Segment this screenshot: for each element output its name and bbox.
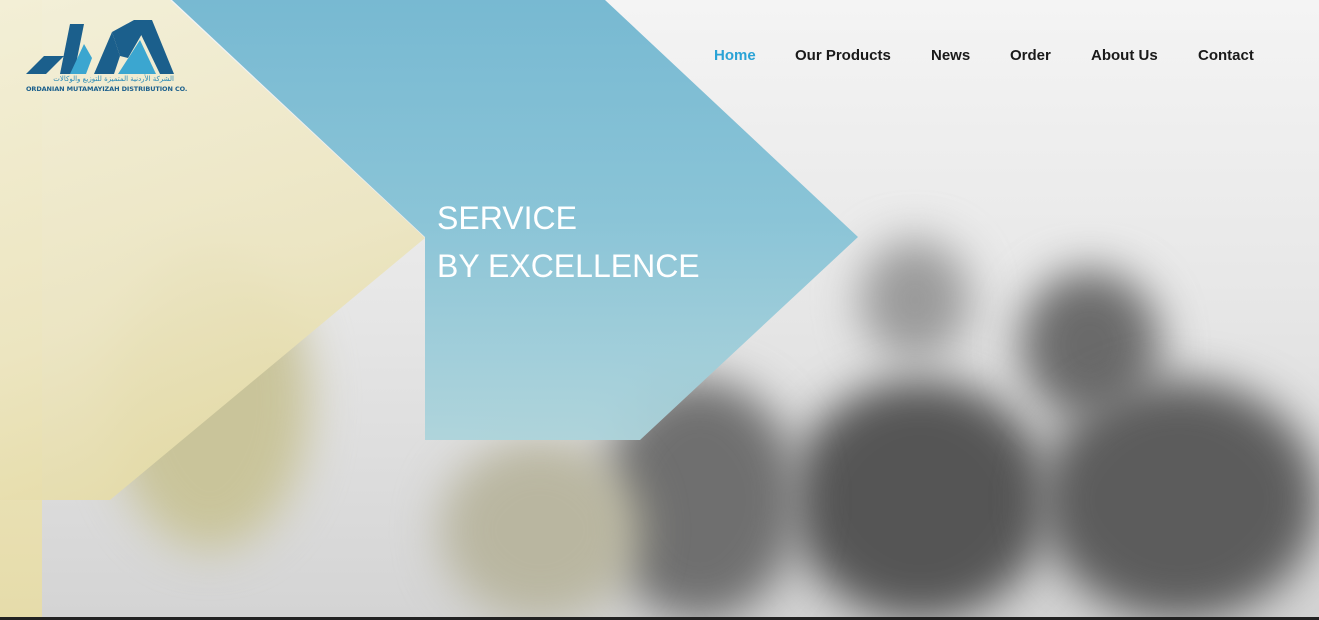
logo-latin-text: ORDANIAN MUTAMAYIZAH DISTRIBUTION CO. [26,85,188,93]
nav-contact[interactable]: Contact [1198,47,1254,64]
background-person-body [790,380,1050,617]
hero-banner: SERVICE BY EXCELLENCE [0,0,1319,617]
nav-news[interactable]: News [931,47,970,64]
hero-title-line-1: SERVICE [437,200,577,236]
background-table [440,440,640,617]
nav-home[interactable]: Home [714,47,756,64]
logo-arabic-text: الشركة الأردنية المتميزة للتوزيع والوكال… [53,75,174,83]
nav-our-products[interactable]: Our Products [795,47,891,64]
nav-about-us[interactable]: About Us [1091,47,1158,64]
background-person-body [1040,380,1319,617]
hero-title: SERVICE BY EXCELLENCE [437,194,700,290]
hero-title-line-2: BY EXCELLENCE [437,248,700,284]
background-person-head [860,240,970,360]
nav-order[interactable]: Order [1010,47,1051,64]
